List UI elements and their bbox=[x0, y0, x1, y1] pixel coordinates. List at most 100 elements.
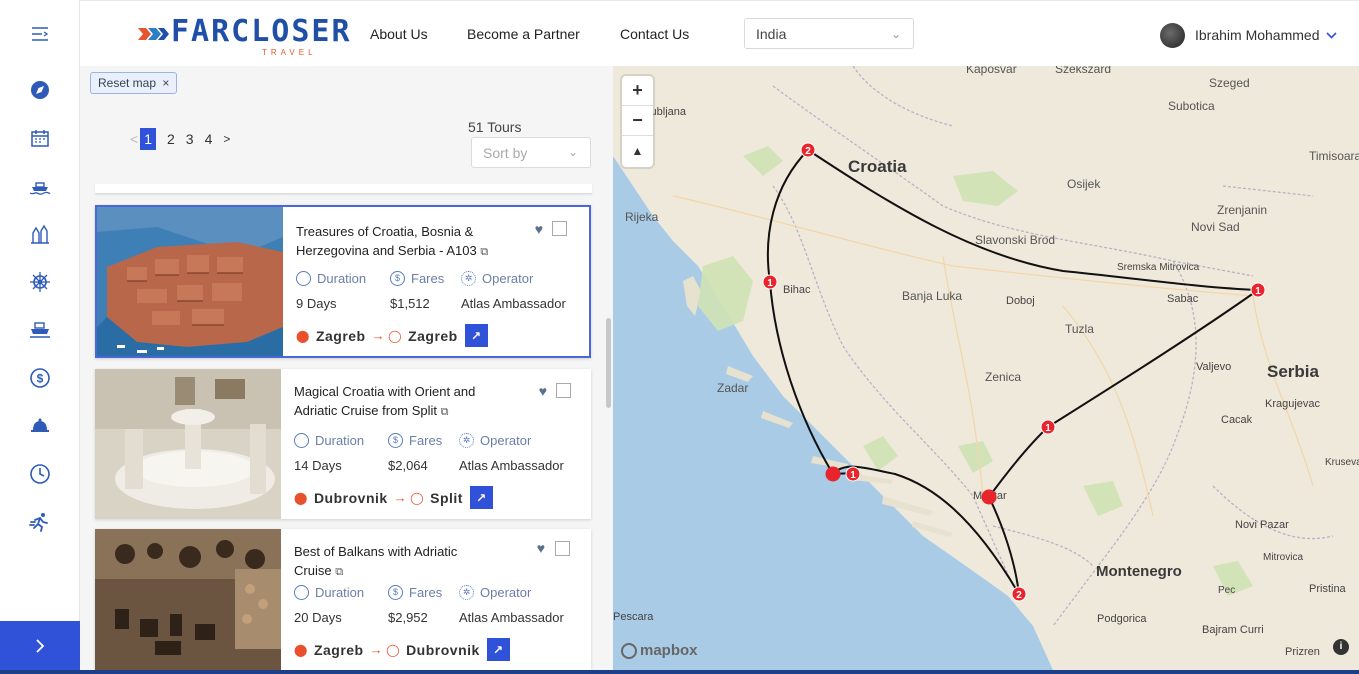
route-marker[interactable]: 1 bbox=[1250, 282, 1266, 298]
clock-icon bbox=[294, 585, 309, 600]
svg-text:1: 1 bbox=[1255, 286, 1261, 297]
country-select[interactable]: India ⌄ bbox=[744, 18, 914, 49]
route-marker[interactable] bbox=[981, 489, 997, 505]
route-marker[interactable]: 1 bbox=[1040, 419, 1056, 435]
compass-icon[interactable] bbox=[28, 78, 52, 102]
fares-label: $ Fares bbox=[388, 585, 442, 600]
ferry-icon[interactable] bbox=[28, 318, 52, 342]
page-4[interactable]: 4 bbox=[205, 131, 213, 147]
route-from: Dubrovnik bbox=[313, 489, 388, 506]
tour-image bbox=[95, 529, 281, 670]
reset-map-chip[interactable]: Reset map × bbox=[90, 72, 178, 94]
user-menu[interactable]: Ibrahim Mohammed bbox=[1160, 22, 1337, 48]
pagination-prev[interactable]: < bbox=[130, 131, 138, 147]
svg-text:$: $ bbox=[37, 372, 44, 386]
external-link-icon[interactable]: ⧉ bbox=[480, 246, 488, 258]
heart-icon[interactable]: ♥ bbox=[537, 540, 545, 556]
tour-image bbox=[95, 369, 281, 519]
arrow-right-icon: → bbox=[371, 328, 386, 343]
route-marker[interactable] bbox=[825, 466, 841, 482]
tour-title-text: Treasures of Croatia, Bosnia & Herzegovi… bbox=[296, 224, 477, 258]
close-icon[interactable]: × bbox=[162, 76, 169, 90]
operator-label: ✲ Operator bbox=[461, 271, 533, 286]
tour-route: ⬤ Zagreb → ◯ Dubrovnik ↗ bbox=[294, 638, 510, 661]
map-pin-outline-icon: ◯ bbox=[386, 642, 401, 657]
clock-icon[interactable] bbox=[28, 462, 52, 486]
heart-icon[interactable]: ♥ bbox=[535, 221, 543, 237]
page-1[interactable]: 1 bbox=[140, 128, 156, 150]
duration-value: 9 Days bbox=[296, 296, 337, 311]
route-marker[interactable]: 2 bbox=[800, 142, 816, 158]
fare-value: $2,952 bbox=[388, 610, 428, 625]
open-tour-button[interactable]: ↗ bbox=[464, 324, 488, 347]
svg-text:1: 1 bbox=[767, 278, 773, 289]
tour-title[interactable]: Treasures of Croatia, Bosnia & Herzegovi… bbox=[296, 222, 496, 262]
nav-contact-us[interactable]: Contact Us bbox=[620, 26, 689, 42]
pagination-next[interactable]: > bbox=[223, 132, 230, 146]
tour-card[interactable]: Treasures of Croatia, Bosnia & Herzegovi… bbox=[95, 205, 591, 358]
landmark-icon[interactable] bbox=[28, 222, 52, 246]
open-tour-button[interactable]: ↗ bbox=[486, 638, 510, 661]
list-top-edge bbox=[95, 184, 592, 194]
route-marker[interactable]: 1 bbox=[762, 274, 778, 290]
map[interactable]: Kaposvar Szekszard Szeged Subotica Timis… bbox=[613, 66, 1359, 670]
menu-icon[interactable] bbox=[28, 22, 52, 46]
compare-checkbox[interactable] bbox=[555, 541, 570, 556]
open-tour-button[interactable]: ↗ bbox=[469, 486, 493, 509]
expand-sidebar-button[interactable] bbox=[0, 621, 80, 670]
tour-card[interactable]: Best of Balkans with Adriatic Cruise ⧉ ♥… bbox=[95, 529, 591, 670]
clock-icon bbox=[296, 271, 311, 286]
fares-label: $ Fares bbox=[388, 433, 442, 448]
route-marker[interactable]: 2 bbox=[1011, 586, 1027, 602]
external-link-icon[interactable]: ⧉ bbox=[441, 406, 449, 418]
zoom-out-button[interactable]: − bbox=[622, 106, 653, 136]
sidebar: $ bbox=[0, 0, 80, 674]
compare-checkbox[interactable] bbox=[556, 383, 571, 398]
zoom-in-button[interactable]: + bbox=[622, 76, 653, 106]
route-to: Zagreb bbox=[408, 327, 458, 344]
heart-icon[interactable]: ♥ bbox=[539, 383, 547, 399]
duration-value: 14 Days bbox=[294, 458, 342, 473]
info-icon[interactable]: i bbox=[1333, 639, 1349, 655]
tour-title[interactable]: Magical Croatia with Orient and Adriatic… bbox=[294, 382, 494, 422]
tour-title[interactable]: Best of Balkans with Adriatic Cruise ⧉ bbox=[294, 542, 494, 582]
sort-placeholder: Sort by bbox=[483, 145, 528, 161]
page-2[interactable]: 2 bbox=[167, 131, 175, 147]
cruise-icon[interactable] bbox=[28, 174, 52, 198]
external-link-icon[interactable]: ⧉ bbox=[335, 566, 343, 578]
operator-label-text: Operator bbox=[482, 271, 534, 286]
operator-value: Atlas Ambassador bbox=[459, 458, 564, 473]
calendar-icon[interactable] bbox=[28, 126, 52, 150]
runner-icon[interactable] bbox=[28, 510, 52, 534]
nav-about-us[interactable]: About Us bbox=[370, 26, 428, 42]
ship-wheel-icon: ✲ bbox=[461, 271, 476, 286]
tour-card[interactable]: Magical Croatia with Orient and Adriatic… bbox=[95, 369, 591, 519]
mapbox-attribution: mapbox bbox=[640, 642, 698, 659]
ship-wheel-icon[interactable] bbox=[28, 270, 52, 294]
compare-checkbox[interactable] bbox=[552, 221, 567, 236]
svg-text:1: 1 bbox=[1045, 423, 1051, 434]
dollar-icon: $ bbox=[390, 271, 405, 286]
dollar-icon[interactable]: $ bbox=[28, 366, 52, 390]
fare-value: $1,512 bbox=[390, 296, 430, 311]
bell-icon[interactable] bbox=[28, 414, 52, 438]
tour-title-text: Best of Balkans with Adriatic Cruise bbox=[294, 544, 458, 578]
nav-become-partner[interactable]: Become a Partner bbox=[467, 26, 580, 42]
list-scrollbar[interactable] bbox=[606, 318, 611, 408]
route-marker[interactable]: 1 bbox=[845, 466, 861, 482]
compass-reset-button[interactable]: ▲ bbox=[622, 136, 653, 166]
tour-route: ⬤ Zagreb → ◯ Zagreb ↗ bbox=[296, 324, 488, 347]
chevron-down-icon: ⌄ bbox=[890, 27, 901, 41]
arrow-right-icon: → bbox=[393, 490, 408, 505]
route-to: Split bbox=[430, 489, 463, 506]
logo[interactable]: FARCLOSER TRAVEL bbox=[138, 15, 352, 57]
route-markers: 2 1 1 1 1 2 bbox=[762, 142, 1266, 602]
ship-wheel-icon: ✲ bbox=[459, 433, 474, 448]
operator-value: Atlas Ambassador bbox=[461, 296, 566, 311]
arrow-right-icon: → bbox=[369, 642, 384, 657]
sort-select[interactable]: Sort by ⌄ bbox=[471, 137, 591, 168]
mapbox-logo[interactable]: mapbox bbox=[621, 642, 698, 659]
page-3[interactable]: 3 bbox=[186, 131, 194, 147]
duration-label: Duration bbox=[294, 585, 364, 600]
map-zoom-control: + − ▲ bbox=[622, 76, 653, 167]
